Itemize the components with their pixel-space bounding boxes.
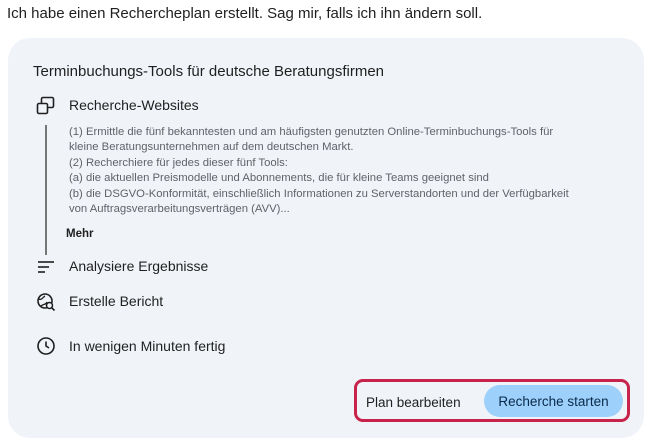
description-line: kleine Beratungsunternehmen auf dem deut… xyxy=(69,141,354,154)
step-analyze-results: Analysiere Ergebnisse xyxy=(69,258,209,274)
step-research-websites: Recherche-Websites xyxy=(69,97,199,113)
clock-icon xyxy=(36,336,56,356)
web-windows-icon xyxy=(36,96,56,116)
eta-label: In wenigen Minuten fertig xyxy=(69,338,226,354)
step-create-report: Erstelle Bericht xyxy=(69,293,164,309)
description-line: (a) die aktuellen Preismodelle und Abonn… xyxy=(69,172,489,185)
description-line: von Auftragsverarbeitungsverträgen (AVV)… xyxy=(69,203,290,216)
description-line: (b) die DSGVO-Konformität, einschließlic… xyxy=(69,187,569,200)
sort-lines-icon xyxy=(36,257,56,277)
more-link[interactable]: Mehr xyxy=(66,228,93,240)
edit-plan-button[interactable]: Plan bearbeiten xyxy=(366,388,461,418)
description-line: (1) Ermittle die fünf bekanntesten und a… xyxy=(69,126,554,138)
step-description: (1) Ermittle die fünf bekanntesten und a… xyxy=(69,125,629,217)
intro-message: Ich habe einen Rechercheplan erstellt. S… xyxy=(7,5,483,22)
start-research-button[interactable]: Recherche starten xyxy=(484,385,623,417)
plan-title: Terminbuchungs-Tools für deutsche Beratu… xyxy=(33,63,385,80)
research-plan-card: Terminbuchungs-Tools für deutsche Beratu… xyxy=(8,38,644,438)
description-line: (2) Recherchiere für jedes dieser fünf T… xyxy=(69,156,288,169)
timeline-line xyxy=(45,125,47,255)
globe-search-icon xyxy=(36,292,56,312)
